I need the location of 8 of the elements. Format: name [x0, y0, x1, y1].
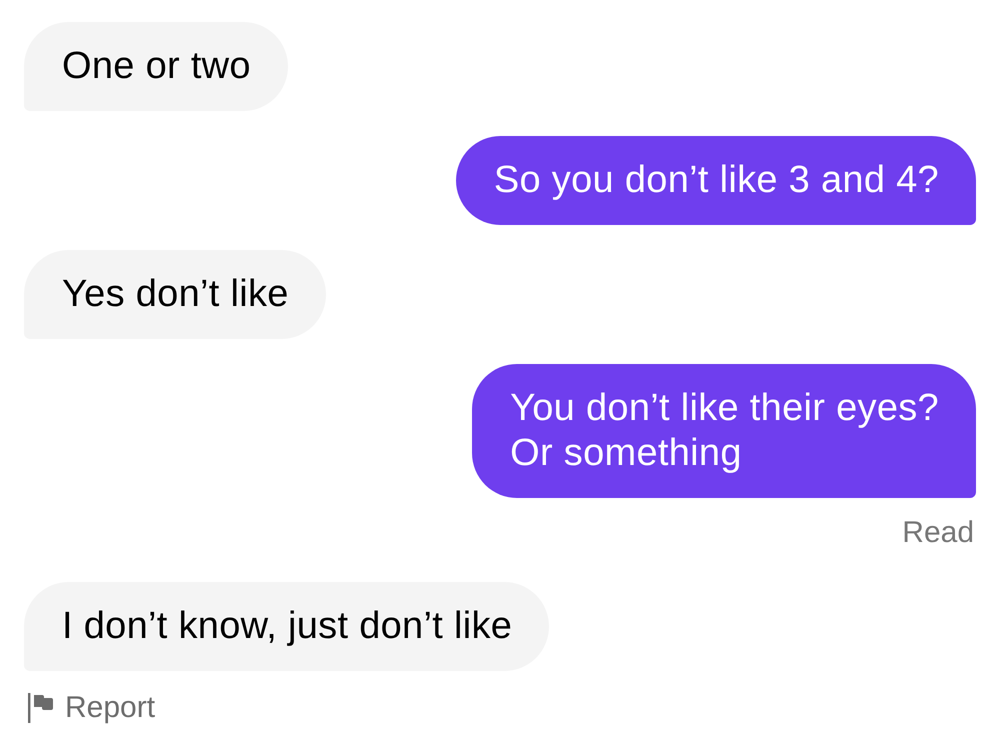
message-bubble: Yes don’t like: [24, 250, 326, 339]
message-bubble: So you don’t like 3 and 4?: [456, 136, 976, 225]
read-receipt: Read: [902, 516, 974, 550]
report-link[interactable]: Report: [65, 691, 156, 725]
message-bubble: One or two: [24, 22, 288, 111]
flag-icon[interactable]: [28, 693, 54, 723]
message-bubble: I don’t know, just don’t like: [24, 582, 550, 671]
message-bubble: You don’t like their eyes? Or something: [472, 364, 976, 498]
